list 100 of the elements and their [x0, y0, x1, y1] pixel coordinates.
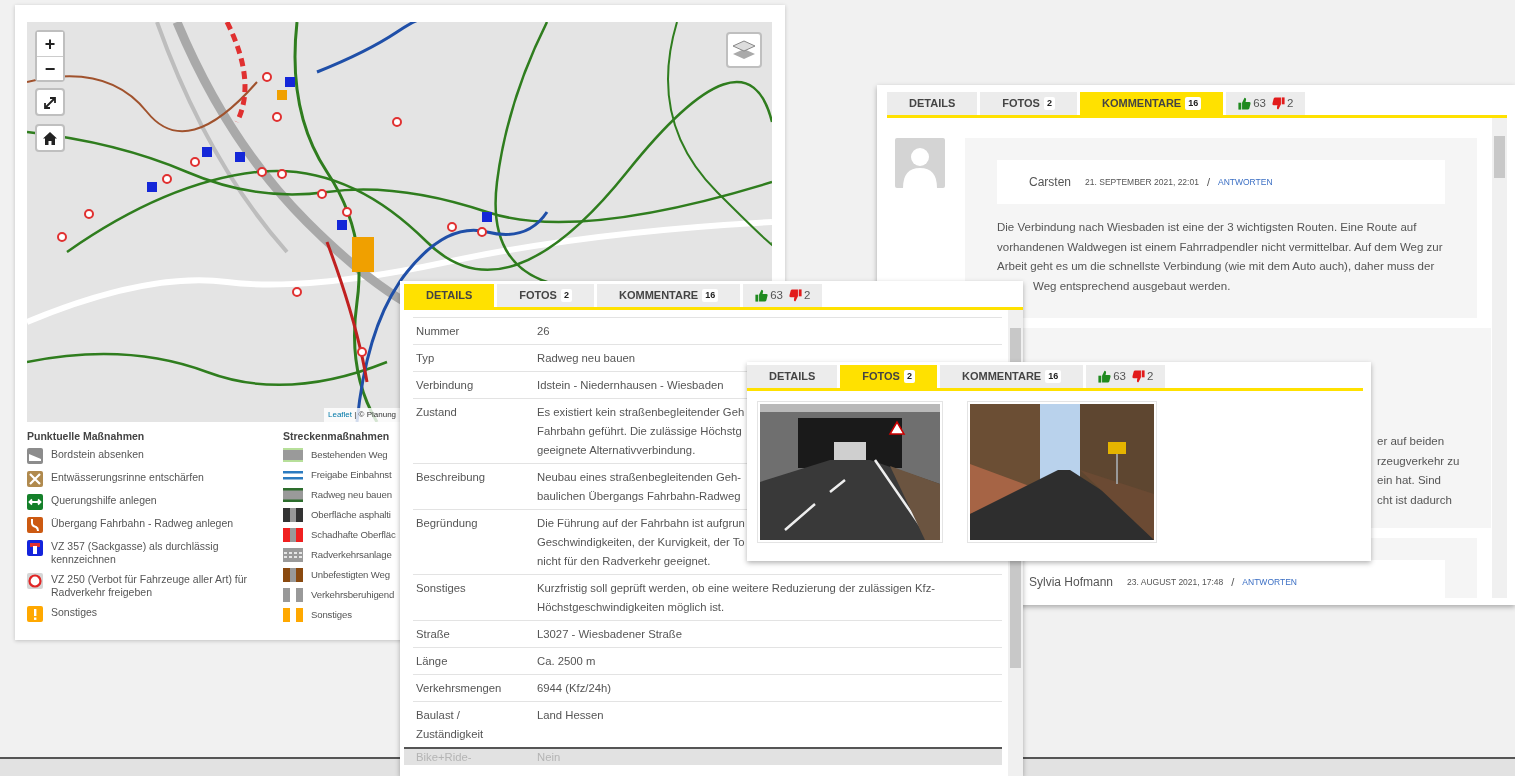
thumbs-up-icon[interactable]	[1098, 370, 1112, 383]
comment-text: cht ist dadurch	[1377, 492, 1453, 508]
legend-label: VZ 357 (Sackgasse) als durchlässig kennzeichnen	[51, 540, 220, 566]
legend-label: Oberfläche asphalti	[311, 508, 391, 521]
field-value: Neubau eines straßenbegleitenden Geh-	[537, 469, 742, 485]
legend-label: Verkehrsberuhigend	[311, 588, 395, 601]
count-badge: 16	[1185, 97, 1202, 110]
comment-date: 21. SEPTEMBER 2021, 22:01	[1085, 175, 1199, 189]
reply-link[interactable]: ANTWORTEN	[1242, 575, 1297, 589]
legend-label: Bestehenden Weg	[311, 448, 388, 461]
legend-label: Entwässerungsrinne entschärfen	[51, 471, 204, 484]
tab[interactable]: KOMMENTARE 16	[939, 365, 1084, 388]
thumbs-up-icon[interactable]	[755, 289, 769, 302]
thumbs-down-icon[interactable]	[789, 289, 802, 302]
comment-text: ein hat. Sind	[1377, 473, 1442, 488]
field-value: Radweg neu bauen	[537, 350, 635, 366]
count-badge: 2	[1043, 97, 1055, 110]
tab[interactable]: KOMMENTARE 16	[596, 284, 741, 307]
separator-text: /	[1206, 174, 1210, 190]
legend-label: Querungshilfe anlegen	[51, 494, 157, 507]
thumbs-down-icon[interactable]	[1132, 370, 1145, 383]
layers-icon	[732, 39, 756, 61]
comment-date: 23. AUGUST 2021, 17:48	[1127, 575, 1224, 589]
legend-symbol-icon	[283, 568, 303, 582]
legend-symbol-icon	[27, 540, 43, 556]
home-icon	[43, 132, 57, 146]
tab[interactable]: FOTOS 2	[980, 92, 1077, 115]
field-label: Straße	[416, 626, 451, 642]
field-label: Typ	[416, 350, 436, 366]
field-value: Geschwindigkeiten, der Kurvigkeit, der To	[537, 534, 745, 550]
field-value: 6944 (Kfz/24h)	[537, 680, 612, 696]
legend-label: Radweg neu bauen	[311, 488, 392, 501]
downvote-count: 2	[1287, 95, 1294, 111]
home-button[interactable]	[35, 124, 65, 152]
legend-label: Unbefestigten Weg	[311, 568, 390, 581]
scrollbar[interactable]	[1492, 118, 1507, 598]
attribution-link[interactable]: Leaflet	[328, 410, 353, 419]
fullscreen-icon	[43, 95, 57, 110]
upvote-count: 63	[1253, 95, 1266, 111]
thumbs-up-icon[interactable]	[1238, 97, 1252, 110]
upvote-count: 63	[770, 287, 783, 303]
comment-text: Die Verbindung nach Wiesbaden ist eine der 3 wichtigsten Routen. Eine Route auf	[997, 220, 1418, 235]
legend-symbol-icon	[27, 606, 43, 622]
field-value: L3027 - Wiesbadener Straße	[537, 626, 683, 642]
count-badge: 2	[560, 289, 572, 302]
tab[interactable]: KOMMENTARE 16	[1079, 92, 1224, 115]
comment-text: er auf beiden	[1377, 434, 1446, 449]
legend-symbol-icon	[27, 471, 43, 487]
comment-author: Carsten	[1029, 174, 1072, 191]
tab[interactable]: DETAILS	[887, 92, 978, 115]
legend-label: Sonstiges	[311, 608, 352, 621]
legend-symbol-icon	[283, 548, 303, 562]
field-value: Land Hessen	[537, 707, 604, 723]
field-value: 26	[537, 323, 550, 339]
comment-text: vorhandenen Waldwegen ist einem Fahrradpendler nicht vermittelbar. Auf dem Weg zur	[997, 239, 1444, 255]
legend-symbol-icon	[283, 468, 303, 482]
field-value: baulichen Übergangs Fahrbahn-Radweg	[537, 488, 742, 504]
upvote-count: 63	[1113, 368, 1126, 384]
field-value: Die Führung auf der Fahrbahn ist aufgrun	[537, 515, 745, 531]
legend-label: Sonstiges	[51, 606, 98, 619]
legend-label: Freigabe Einbahnst	[311, 468, 392, 481]
map-drawing[interactable]	[27, 22, 772, 281]
legend-label: Schadhafte Oberfläc	[311, 528, 396, 541]
comment-text: rzeugverkehr zu	[1377, 453, 1460, 469]
tab[interactable]: DETAILS	[404, 284, 495, 307]
legend-label: Bordstein absenken	[51, 448, 144, 461]
field-label: Nummer	[416, 323, 461, 339]
field-value: Fahrbahn geführt. Die zulässige Höchstg	[537, 423, 743, 439]
field-value: Idstein - Niedernhausen - Wiesbaden	[537, 377, 724, 393]
field-label: Länge	[416, 653, 449, 669]
field-label: Verbindung	[416, 377, 475, 393]
layers-button[interactable]	[726, 32, 762, 68]
reply-link[interactable]: ANTWORTEN	[1217, 175, 1273, 189]
tab[interactable]: FOTOS 2	[497, 284, 594, 307]
field-value: Kurzfristig soll geprüft werden, ob eine weitere Reduzierung der zulässigen Kfz-	[537, 580, 936, 596]
count-badge: 16	[702, 289, 719, 302]
legend-symbol-icon	[27, 448, 43, 464]
legend-symbol-icon	[27, 517, 43, 533]
tab[interactable]: FOTOS 2	[840, 365, 937, 388]
field-label: Beschreibung	[416, 469, 487, 485]
comment-text: Weg entsprechend ausgebaut werden.	[1032, 278, 1232, 294]
thumbs-down-icon[interactable]	[1272, 97, 1285, 110]
field-label: Verkehrsmengen	[416, 680, 503, 696]
legend-symbol-icon	[283, 528, 303, 542]
field-label: Sonstiges	[416, 580, 467, 596]
fullscreen-button[interactable]	[35, 88, 65, 116]
field-label: Begründung	[416, 515, 479, 531]
count-badge: 16	[1045, 370, 1062, 383]
zoom-out-button[interactable]: −	[37, 56, 63, 80]
legend-symbol-icon	[27, 494, 43, 510]
field-value: geeignete Alternativverbindung.	[537, 442, 697, 458]
legend-symbol-icon	[283, 488, 303, 502]
tab[interactable]: DETAILS	[747, 365, 838, 388]
legend-symbol-icon	[283, 588, 303, 602]
legend-symbol-icon	[27, 573, 43, 589]
downvote-count: 2	[804, 287, 811, 303]
field-value: Ca. 2500 m	[537, 653, 596, 669]
legend-symbol-icon	[283, 448, 303, 462]
separator-text: /	[1231, 574, 1235, 590]
field-value: Höchstgeschwindigkeiten möglich ist.	[537, 599, 726, 615]
